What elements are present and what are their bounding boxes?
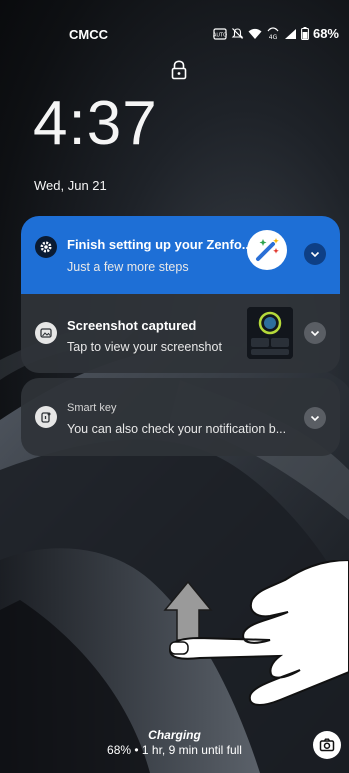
signal-icon (284, 28, 297, 40)
lockscreen-clock: 4:37 (33, 89, 158, 158)
auto-brightness-icon: AUTO (213, 27, 227, 40)
notification-text: Tap to view your screenshot (67, 340, 222, 354)
screenshot-icon (35, 322, 57, 344)
notification-setup[interactable]: Finish setting up your Zenfo... Just a f… (21, 216, 340, 294)
notification-title: Screenshot captured (67, 318, 197, 333)
setup-wand-icon (247, 230, 287, 270)
status-icons: AUTO 4G 68% (213, 26, 339, 41)
notification-text: Just a few more steps (67, 260, 189, 274)
camera-icon (319, 738, 335, 752)
status-bar: CMCC AUTO 4G 68% (0, 0, 349, 56)
chevron-down-icon (310, 415, 320, 422)
charging-title: Charging (148, 728, 201, 742)
notification-title: Finish setting up your Zenfo... (67, 237, 253, 252)
notification-text: You can also check your notification b..… (67, 422, 287, 436)
screenshot-thumbnail (247, 307, 293, 359)
chevron-down-icon (310, 330, 320, 337)
expand-button[interactable] (304, 243, 326, 265)
wifi-icon (248, 28, 262, 40)
expand-button[interactable] (304, 407, 326, 429)
chevron-down-icon (310, 251, 320, 258)
expand-button[interactable] (304, 322, 326, 344)
charging-detail: 68% • 1 hr, 9 min until full (107, 743, 242, 757)
svg-text:AUTO: AUTO (213, 32, 227, 38)
volte-icon: 4G (266, 27, 280, 40)
mute-icon (231, 27, 244, 40)
charging-status: Charging 68% • 1 hr, 9 min until full (0, 728, 349, 757)
battery-percent: 68% (312, 26, 339, 41)
gear-icon (35, 236, 57, 258)
notification-app-name: Smart key (67, 402, 117, 414)
svg-text:4G: 4G (269, 34, 278, 40)
carrier-name: CMCC (69, 27, 108, 42)
swipe-up-gesture-icon (160, 558, 349, 725)
notification-screenshot[interactable]: Screenshot captured Tap to view your scr… (21, 294, 340, 373)
battery-icon (301, 27, 309, 40)
notification-smart-key[interactable]: Smart key You can also check your notifi… (21, 378, 340, 456)
lockscreen-date: Wed, Jun 21 (34, 178, 107, 193)
smart-key-icon (35, 406, 57, 428)
lock-icon[interactable] (168, 59, 190, 81)
camera-shortcut-button[interactable] (313, 731, 341, 759)
